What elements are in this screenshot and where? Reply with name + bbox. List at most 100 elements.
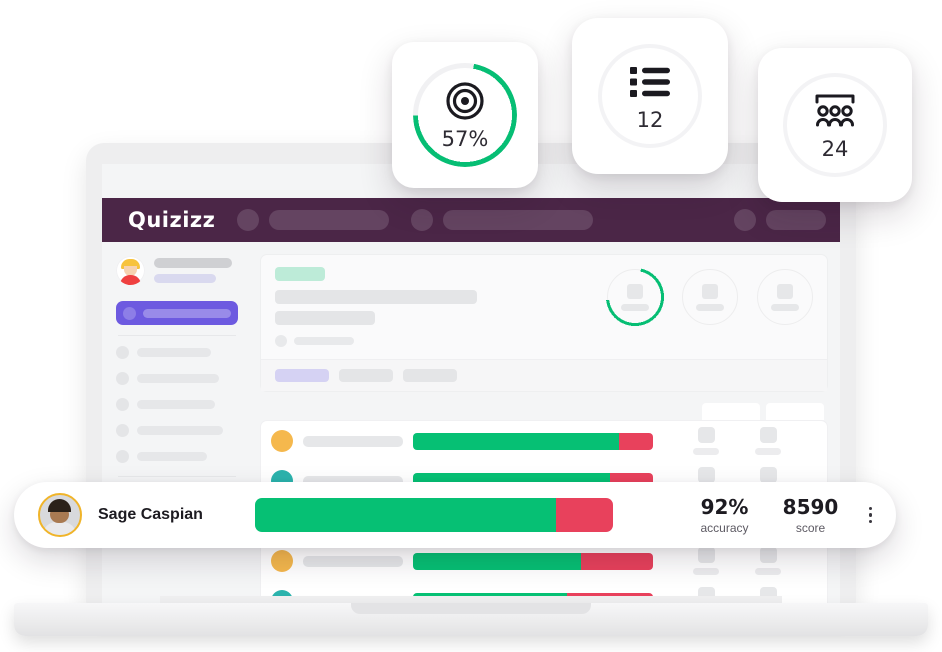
row-name-placeholder: [303, 555, 403, 567]
sidebar-item[interactable]: [116, 450, 238, 463]
summary-stat-circles: [607, 267, 813, 347]
sidebar-divider: [118, 335, 236, 336]
status-pill: [275, 267, 325, 281]
row-stat-cells: [693, 547, 781, 575]
mockup-stage: Quizizz 57% 12 24 Sage Caspian 92% accur…: [0, 0, 942, 652]
player-score-label: score: [795, 521, 826, 535]
row-avatar: [271, 430, 293, 452]
target-icon: [445, 80, 485, 122]
participants-icon: [812, 90, 858, 132]
player-accuracy-label: accuracy: [700, 521, 749, 535]
summary-meta: [275, 335, 607, 347]
player-accuracy-value: 92%: [700, 495, 749, 519]
questions-value: 12: [636, 107, 664, 132]
row-stat-cell: [693, 547, 719, 575]
accuracy-ring: 57%: [413, 63, 517, 167]
header-placeholder-pill: [443, 210, 594, 230]
player-score-stat: 8590 score: [783, 495, 839, 535]
sidebar-item[interactable]: [116, 346, 238, 359]
summary-card: [260, 254, 828, 392]
player-avatar: [38, 493, 82, 537]
sidebar-item-icon: [116, 398, 129, 411]
row-progress-bar: [413, 552, 653, 570]
table-tab[interactable]: [766, 403, 824, 420]
header-placeholder-dot: [411, 209, 434, 231]
kebab-menu-icon[interactable]: [865, 501, 877, 530]
sidebar-item-label-placeholder: [137, 400, 215, 409]
summary-left: [275, 267, 607, 347]
stat-questions: [682, 269, 738, 325]
summary-meta-placeholder: [294, 337, 354, 345]
summary-meta-icon: [275, 335, 287, 347]
sidebar-item-label-placeholder: [137, 348, 211, 357]
summary-title-placeholder: [275, 290, 477, 304]
row-progress-bar: [413, 432, 653, 450]
header-placeholder-dot: [237, 209, 260, 231]
stat-players: [757, 269, 813, 325]
player-progress-correct: [254, 498, 556, 532]
row-stat-cell: [755, 427, 781, 455]
row-stat-cells: [693, 427, 781, 455]
table-row[interactable]: [261, 421, 827, 461]
sidebar-user-sub-placeholder: [154, 274, 216, 283]
header-placeholder-pill: [269, 210, 390, 230]
player-accuracy-stat: 92% accuracy: [697, 495, 753, 535]
row-avatar: [271, 550, 293, 572]
app-header: Quizizz: [102, 198, 840, 242]
sidebar-item-icon: [116, 346, 129, 359]
summary-tab[interactable]: [403, 369, 457, 382]
sidebar-user-lines: [154, 258, 238, 283]
float-card-accuracy[interactable]: 57%: [392, 42, 538, 188]
player-name: Sage Caspian: [98, 506, 203, 523]
summary-tab-active[interactable]: [275, 369, 329, 382]
list-icon: [628, 61, 672, 103]
user-avatar-icon: [116, 256, 145, 285]
header-placeholder-pill: [766, 210, 826, 230]
app-body: [102, 242, 840, 605]
row-stat-cell: [755, 547, 781, 575]
sidebar-active-icon: [123, 306, 136, 320]
row-progress-incorrect: [581, 552, 653, 570]
sidebar-item-icon: [116, 450, 129, 463]
row-progress-correct: [413, 552, 581, 570]
summary-tab[interactable]: [339, 369, 393, 382]
highlighted-player-row[interactable]: Sage Caspian 92% accuracy 8590 score: [14, 482, 896, 548]
player-stats: 92% accuracy 8590 score: [697, 495, 839, 535]
row-progress-correct: [413, 432, 620, 450]
quizizz-logo[interactable]: Quizizz: [128, 208, 215, 232]
sidebar-item[interactable]: [116, 424, 238, 437]
header-account-dot[interactable]: [734, 209, 756, 231]
questions-ring: 12: [598, 44, 702, 148]
summary-subtitle-placeholder: [275, 311, 375, 325]
row-name-placeholder: [303, 435, 403, 447]
row-progress-incorrect: [619, 432, 653, 450]
sidebar-divider: [118, 476, 236, 477]
sidebar-item-label-placeholder: [137, 374, 219, 383]
float-card-questions[interactable]: 12: [572, 18, 728, 174]
sidebar-user[interactable]: [116, 256, 238, 285]
sidebar-item-icon: [116, 372, 129, 385]
player-progress-bar: [254, 498, 613, 532]
summary-top: [275, 267, 813, 347]
player-progress-incorrect: [555, 498, 613, 532]
sidebar-item[interactable]: [116, 398, 238, 411]
players-value: 24: [821, 136, 849, 161]
player-score-value: 8590: [782, 495, 839, 519]
table-tab[interactable]: [702, 403, 760, 420]
sidebar-active-item[interactable]: [116, 301, 238, 325]
table-tab-strip: [260, 403, 824, 420]
sidebar-active-label-placeholder: [143, 308, 231, 318]
stat-accuracy: [607, 269, 663, 325]
sidebar: [102, 242, 250, 605]
sidebar-item-label-placeholder: [137, 452, 207, 461]
accuracy-value: 57%: [441, 126, 489, 151]
sidebar-item[interactable]: [116, 372, 238, 385]
sidebar-user-name-placeholder: [154, 258, 232, 268]
laptop-base: [14, 603, 928, 636]
row-stat-cell: [693, 427, 719, 455]
sidebar-item-label-placeholder: [137, 426, 223, 435]
float-card-players[interactable]: 24: [758, 48, 912, 202]
players-ring: 24: [783, 73, 887, 177]
sidebar-item-icon: [116, 424, 129, 437]
content-area: [250, 242, 840, 605]
